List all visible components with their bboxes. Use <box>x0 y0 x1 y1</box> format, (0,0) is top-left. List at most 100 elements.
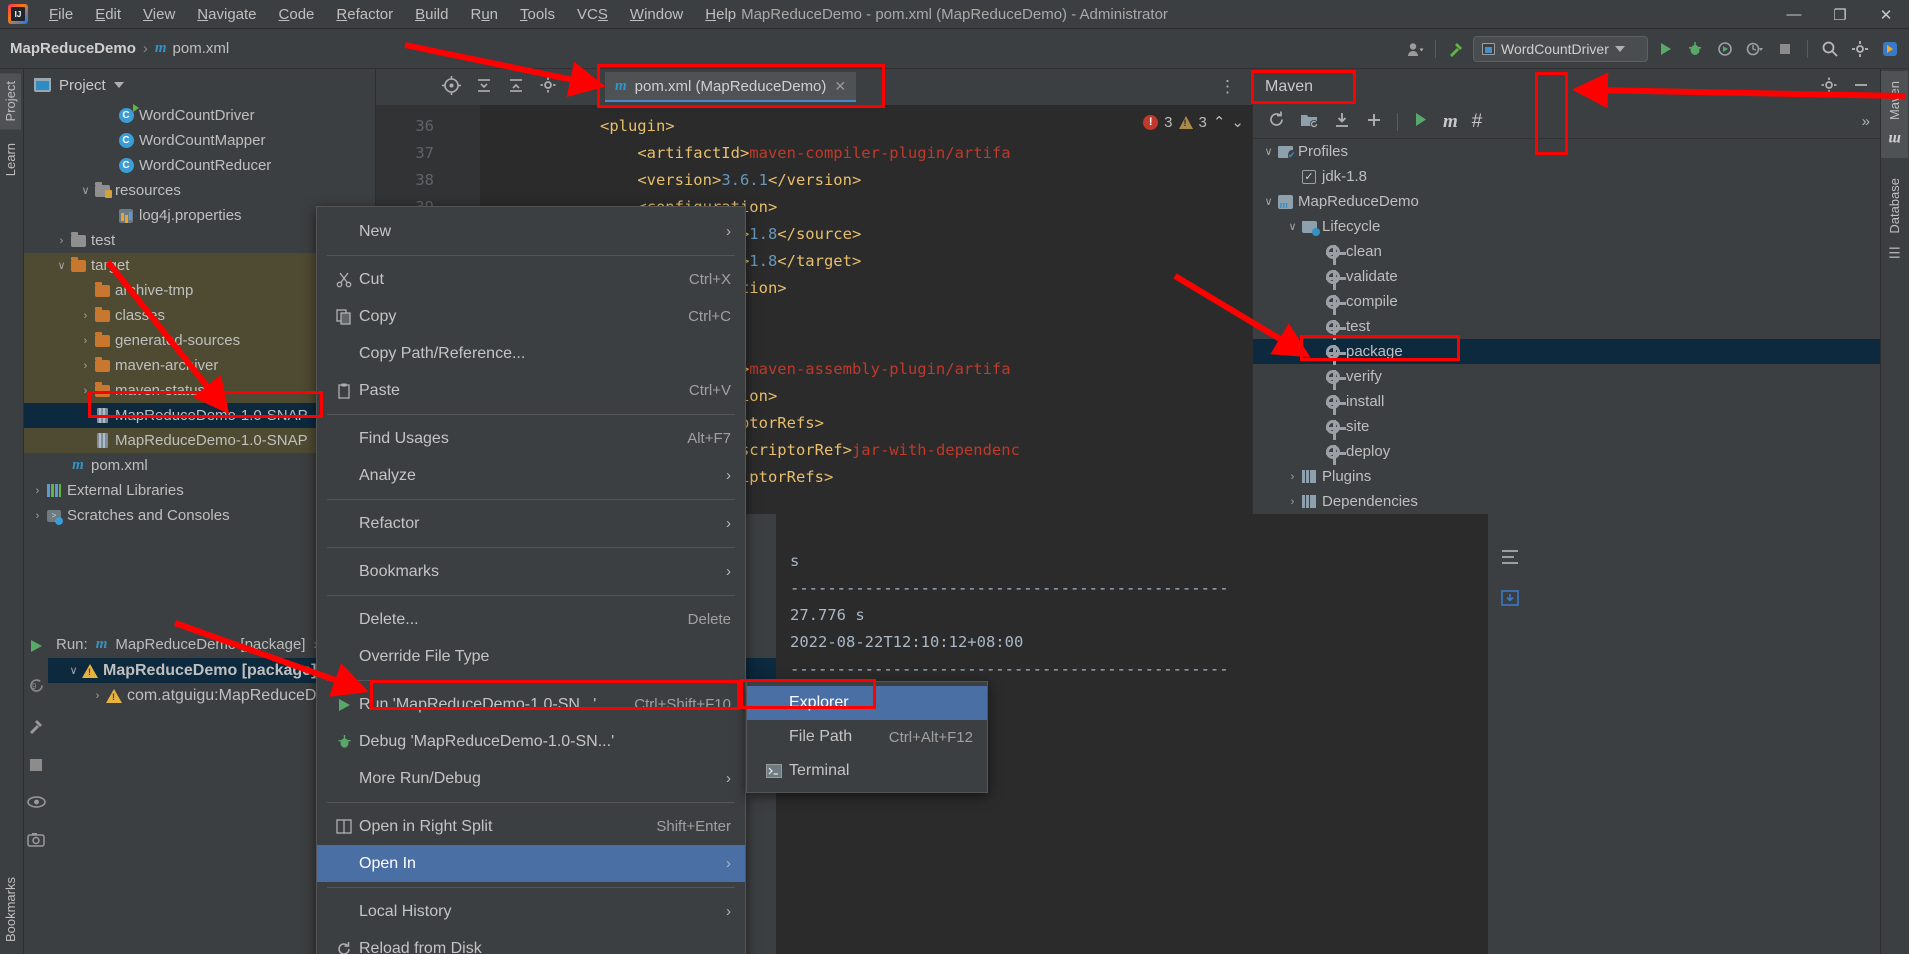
maven-tree-item[interactable]: › Plugins <box>1253 464 1880 489</box>
download-sources-icon[interactable] <box>1333 111 1351 133</box>
context-menu-item[interactable]: Open In › <box>317 845 745 882</box>
run-configuration-selector[interactable]: WordCountDriver <box>1473 36 1648 62</box>
stop-icon[interactable] <box>1772 36 1798 62</box>
project-tree-item[interactable]: C WordCountDriver <box>24 103 375 128</box>
menu-file[interactable]: FFileile <box>38 2 84 27</box>
context-menu-item[interactable]: Override File Type <box>317 638 745 675</box>
context-menu-item[interactable]: Paste Ctrl+V <box>317 372 745 409</box>
editor-more-icon[interactable]: ⋮ <box>1219 77 1252 97</box>
context-menu-item[interactable]: Debug 'MapReduceDemo-1.0-SN...' <box>317 723 745 760</box>
updates-icon[interactable] <box>1877 36 1903 62</box>
sidebar-tab-maven[interactable]: m Maven <box>1881 71 1908 159</box>
maximize-button[interactable]: ❐ <box>1817 0 1863 29</box>
breadcrumb-file[interactable]: pom.xml <box>173 40 230 57</box>
menu-build[interactable]: Build <box>404 2 459 27</box>
add-maven-project-icon[interactable] <box>1300 111 1319 133</box>
chevron-right-icon[interactable]: › <box>90 690 105 702</box>
maven-tree-item[interactable]: install <box>1253 389 1880 415</box>
context-menu-item[interactable]: New › <box>317 213 745 250</box>
context-menu[interactable]: New › Cut Ctrl+X Copy Ctrl+C Copy Path/Referen… <box>316 206 746 954</box>
editor-tab-pom-xml[interactable]: m pom.xml (MapReduceDemo) ✕ <box>605 72 857 102</box>
chevron-right-icon[interactable]: › <box>78 335 93 347</box>
chevron-right-icon[interactable]: › <box>78 310 93 322</box>
build-icon[interactable] <box>27 717 45 740</box>
chevron-down-icon[interactable]: ∨ <box>1285 220 1300 233</box>
menu-navigate[interactable]: Navigate <box>186 2 267 27</box>
maven-tree-item[interactable]: clean <box>1253 239 1880 265</box>
expand-all-icon[interactable] <box>507 76 525 98</box>
chevron-down-icon[interactable] <box>113 82 124 88</box>
hide-panel-icon[interactable] <box>571 76 589 98</box>
chevron-right-icon[interactable]: › <box>30 485 45 497</box>
close-button[interactable]: ✕ <box>1863 0 1909 29</box>
context-menu-item[interactable]: Copy Ctrl+C <box>317 298 745 335</box>
maven-tree-item[interactable]: test <box>1253 314 1880 340</box>
chevron-right-icon[interactable]: › <box>1285 471 1300 483</box>
context-menu-item[interactable]: Local History › <box>317 893 745 930</box>
add-icon[interactable] <box>1365 111 1383 133</box>
maven-tree-item[interactable]: validate <box>1253 264 1880 290</box>
sidebar-tab-database[interactable]: ☰ Database <box>1881 168 1908 271</box>
chevron-down-icon[interactable]: ∨ <box>54 259 69 272</box>
stop-icon[interactable] <box>29 758 43 777</box>
maven-tree-item[interactable]: deploy <box>1253 439 1880 465</box>
camera-icon[interactable] <box>27 832 45 852</box>
scroll-to-end-icon[interactable] <box>1500 589 1520 612</box>
profiler-icon[interactable] <box>1742 36 1768 62</box>
open-in-submenu-item[interactable]: Explorer <box>747 686 987 720</box>
expand-toolbar-icon[interactable]: » <box>1862 113 1880 130</box>
run-with-coverage-icon[interactable] <box>1712 36 1738 62</box>
sidebar-tab-bookmarks[interactable]: Bookmarks <box>0 869 21 950</box>
toggle-offline-icon[interactable]: # <box>1472 111 1483 133</box>
chevron-right-icon[interactable]: › <box>1285 496 1300 508</box>
menu-tools[interactable]: Tools <box>509 2 566 27</box>
inspection-widget[interactable]: ! 3 3 ⌃ ⌄ <box>1143 113 1244 131</box>
maven-tree-item[interactable]: ∨ Profiles <box>1253 139 1880 164</box>
maven-tree-item[interactable]: verify <box>1253 364 1880 390</box>
debug-icon[interactable] <box>1682 36 1708 62</box>
chevron-right-icon[interactable]: › <box>78 385 93 397</box>
soft-wrap-icon[interactable] <box>1500 548 1520 571</box>
gear-icon[interactable] <box>1847 36 1873 62</box>
run-icon[interactable] <box>1652 36 1678 62</box>
maven-tree-item[interactable]: ✓ jdk-1.8 <box>1253 164 1880 189</box>
sidebar-tab-learn[interactable]: Learn <box>0 135 21 184</box>
context-menu-item[interactable]: Analyze › <box>317 457 745 494</box>
open-in-submenu-item[interactable]: File Path Ctrl+Alt+F12 <box>747 720 987 754</box>
context-menu-item[interactable]: Open in Right Split Shift+Enter <box>317 808 745 845</box>
maven-tree-item[interactable]: compile <box>1253 289 1880 315</box>
maven-tree-item[interactable]: ∨ MapReduceDemo <box>1253 189 1880 214</box>
close-icon[interactable]: ✕ <box>834 78 846 95</box>
context-menu-item[interactable]: More Run/Debug › <box>317 760 745 797</box>
maven-tree-item[interactable]: ∨ Lifecycle <box>1253 214 1880 239</box>
menu-refactor[interactable]: Refactor <box>325 2 404 27</box>
menu-help[interactable]: Help <box>694 2 747 27</box>
maven-tree-item[interactable]: package <box>1253 339 1880 365</box>
menu-view[interactable]: View <box>132 2 186 27</box>
context-menu-item[interactable]: Refactor › <box>317 505 745 542</box>
panel-settings-icon[interactable] <box>539 76 557 98</box>
menu-run[interactable]: Run <box>459 2 509 27</box>
chevron-down-icon[interactable]: ∨ <box>1261 145 1276 158</box>
run-config-name[interactable]: MapReduceDemo [package] <box>115 636 305 653</box>
maven-hide-icon[interactable] <box>1852 76 1880 99</box>
eye-icon[interactable] <box>26 795 46 814</box>
search-icon[interactable] <box>1817 36 1843 62</box>
chevron-right-icon[interactable]: › <box>54 235 69 247</box>
open-in-submenu-item[interactable]: Terminal <box>747 754 987 788</box>
next-problem-icon[interactable]: ⌄ <box>1231 113 1244 131</box>
context-menu-item[interactable]: Delete... Delete <box>317 601 745 638</box>
chevron-right-icon[interactable]: › <box>78 360 93 372</box>
maven-tree-item[interactable]: › Dependencies <box>1253 489 1880 514</box>
open-in-submenu[interactable]: Explorer File Path Ctrl+Alt+F12 Terminal <box>746 681 988 793</box>
breadcrumb-project[interactable]: MapReduceDemo <box>10 40 136 57</box>
sidebar-tab-project[interactable]: Project <box>0 73 21 130</box>
target-icon[interactable] <box>442 75 461 99</box>
chevron-down-icon[interactable]: ∨ <box>1261 195 1276 208</box>
person-icon[interactable] <box>1402 36 1428 62</box>
menu-code[interactable]: Code <box>268 2 326 27</box>
rerun-icon[interactable]: 9 <box>28 677 45 699</box>
menu-edit[interactable]: Edit <box>84 2 132 27</box>
context-menu-item[interactable]: Find Usages Alt+F7 <box>317 420 745 457</box>
chevron-right-icon[interactable]: › <box>30 510 45 522</box>
